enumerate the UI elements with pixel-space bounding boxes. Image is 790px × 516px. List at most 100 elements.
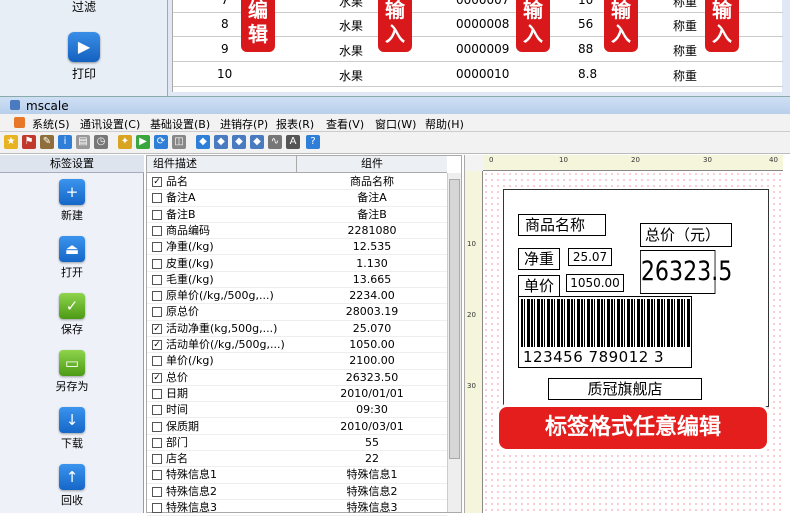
vertical-scrollbar[interactable] bbox=[447, 173, 461, 512]
net-weight-label[interactable]: 净重 bbox=[518, 248, 560, 270]
table-row[interactable]: 净重(/kg) 12.535 bbox=[147, 239, 447, 256]
scroll-thumb[interactable] bbox=[449, 179, 460, 459]
row-checkbox[interactable] bbox=[152, 437, 162, 448]
table-row[interactable]: 备注B 备注B bbox=[147, 207, 447, 223]
table-row[interactable]: 店名 22 bbox=[147, 451, 447, 468]
row-checkbox[interactable] bbox=[152, 421, 162, 432]
scale4-icon[interactable]: ◆ bbox=[250, 135, 264, 149]
database-icon[interactable]: ◫ bbox=[172, 135, 186, 149]
save-as-button[interactable]: ▭ 另存为 bbox=[0, 350, 144, 394]
row-value: 2100.00 bbox=[349, 354, 395, 368]
row-checkbox[interactable]: ✓ bbox=[152, 177, 162, 187]
label-preview[interactable]: 商品名称 总价（元） 26323.5 净重 25.07 单价 1050.00 1… bbox=[503, 189, 769, 407]
row-checkbox[interactable] bbox=[152, 503, 162, 513]
filter-button[interactable]: 过滤 bbox=[0, 0, 168, 15]
menu-inventory[interactable]: 进销存(P) bbox=[220, 116, 268, 132]
chart-icon[interactable]: ∿ bbox=[268, 135, 282, 149]
store-name-field[interactable]: 质冠旗舰店 bbox=[548, 378, 702, 400]
table-row[interactable]: 原单价(/kg,/500g,...) 2234.00 bbox=[147, 288, 447, 305]
menu-system[interactable]: 系统(S) bbox=[32, 116, 70, 132]
row-desc: 日期 bbox=[166, 386, 188, 400]
title-bar[interactable]: mscale bbox=[0, 96, 790, 114]
row-checkbox[interactable] bbox=[152, 356, 162, 367]
table-row[interactable]: 皮重(/kg) 1.130 bbox=[147, 256, 447, 272]
table-row[interactable]: 时间 09:30 bbox=[147, 402, 447, 419]
net-weight-value[interactable]: 25.07 bbox=[568, 248, 612, 266]
col-header-desc[interactable]: 组件描述 bbox=[147, 156, 297, 173]
row-checkbox[interactable]: ✓ bbox=[152, 340, 162, 350]
row-checkbox[interactable]: ✓ bbox=[152, 372, 162, 383]
row-checkbox[interactable] bbox=[152, 258, 162, 269]
row-value: 特殊信息3 bbox=[346, 501, 398, 514]
arrow-up-icon: ↑ bbox=[59, 464, 85, 490]
table-row[interactable]: 特殊信息1 特殊信息1 bbox=[147, 467, 447, 484]
table-row[interactable]: 保质期 2010/03/01 bbox=[147, 419, 447, 435]
table-row[interactable]: 特殊信息3 特殊信息3 bbox=[147, 500, 447, 516]
row-checkbox[interactable] bbox=[152, 405, 162, 416]
table-row[interactable]: 部门 55 bbox=[147, 435, 447, 452]
sun-icon[interactable]: ✦ bbox=[118, 135, 132, 149]
scale2-icon[interactable]: ◆ bbox=[214, 135, 228, 149]
table-row[interactable]: 单价(/kg) 2100.00 bbox=[147, 353, 447, 370]
table-row[interactable]: ✓ 活动单价(/kg,/500g,...) 1050.00 bbox=[147, 337, 447, 354]
menu-help[interactable]: 帮助(H) bbox=[425, 116, 464, 132]
download-button[interactable]: ↓ 下载 bbox=[0, 407, 144, 451]
barcode-field[interactable]: 123456 789012 3 bbox=[518, 296, 692, 368]
system-menu-icon[interactable] bbox=[14, 117, 25, 128]
scale-icon[interactable]: ◆ bbox=[196, 135, 210, 149]
row-checkbox[interactable] bbox=[152, 193, 162, 204]
star-icon[interactable]: ★ bbox=[4, 135, 18, 149]
table-row[interactable]: 原总价 28003.19 bbox=[147, 304, 447, 321]
row-checkbox[interactable]: ✓ bbox=[152, 323, 162, 334]
table-row[interactable]: ✓ 活动净重(kg,500g,...) 25.070 bbox=[147, 321, 447, 337]
menu-view[interactable]: 查看(V) bbox=[326, 116, 364, 132]
table-row[interactable]: 商品编码 2281080 bbox=[147, 223, 447, 240]
row-checkbox[interactable] bbox=[152, 454, 162, 465]
table-row[interactable]: ✓ 品名 商品名称 bbox=[147, 174, 447, 191]
table-row[interactable]: 日期 2010/01/01 bbox=[147, 386, 447, 403]
flag-icon[interactable]: ⚑ bbox=[22, 135, 36, 149]
row-value: 1050.00 bbox=[349, 338, 395, 351]
row-checkbox[interactable] bbox=[152, 242, 162, 253]
clock-icon[interactable]: ◷ bbox=[94, 135, 108, 149]
unit-price-value[interactable]: 1050.00 bbox=[566, 274, 624, 292]
font-icon[interactable]: A bbox=[286, 135, 300, 149]
total-label-field[interactable]: 总价（元） bbox=[640, 223, 732, 247]
menu-window[interactable]: 窗口(W) bbox=[375, 116, 416, 132]
row-checkbox[interactable] bbox=[152, 225, 162, 236]
open-button[interactable]: ⏏ 打开 bbox=[0, 236, 144, 280]
table-row[interactable]: 毛重(/kg) 13.665 bbox=[147, 272, 447, 289]
total-value-field[interactable]: 26323.5 bbox=[640, 250, 732, 294]
menu-basic[interactable]: 基础设置(B) bbox=[150, 116, 210, 132]
table-row[interactable]: 特殊信息2 特殊信息2 bbox=[147, 484, 447, 500]
help-icon[interactable]: ? bbox=[306, 135, 320, 149]
save-button[interactable]: ✓ 保存 bbox=[0, 293, 144, 337]
scale3-icon[interactable]: ◆ bbox=[232, 135, 246, 149]
col-header-comp[interactable]: 组件 bbox=[297, 156, 447, 173]
info-icon[interactable]: i bbox=[58, 135, 72, 149]
print-button[interactable]: ▶ 打印 bbox=[0, 32, 168, 82]
menu-report[interactable]: 报表(R) bbox=[276, 116, 314, 132]
row-checkbox[interactable] bbox=[152, 388, 162, 399]
document-icon[interactable]: ▤ bbox=[76, 135, 90, 149]
play-icon[interactable]: ▶ bbox=[136, 135, 150, 149]
menu-comm[interactable]: 通讯设置(C) bbox=[80, 116, 140, 132]
row-value: 09:30 bbox=[356, 403, 388, 417]
product-name-field[interactable]: 商品名称 bbox=[518, 214, 606, 236]
row-checkbox[interactable] bbox=[152, 486, 162, 497]
table-row[interactable]: ✓ 总价 26323.50 bbox=[147, 370, 447, 386]
recycle-button[interactable]: ↑ 回收 bbox=[0, 464, 144, 508]
row-checkbox[interactable] bbox=[152, 291, 162, 302]
brush-icon[interactable]: ✎ bbox=[40, 135, 54, 149]
table-row[interactable]: 10 水果 0000010 8.8 称重 bbox=[173, 62, 783, 87]
refresh-icon[interactable]: ⟳ bbox=[154, 135, 168, 149]
row-checkbox[interactable] bbox=[152, 307, 162, 318]
row-checkbox[interactable] bbox=[152, 209, 162, 220]
row-value: 28003.19 bbox=[345, 305, 399, 319]
table-row[interactable]: 备注A 备注A bbox=[147, 190, 447, 207]
row-checkbox[interactable] bbox=[152, 274, 162, 285]
new-button[interactable]: + 新建 bbox=[0, 179, 144, 223]
row-checkbox[interactable] bbox=[152, 470, 162, 481]
unit-price-label[interactable]: 单价 bbox=[518, 275, 560, 297]
design-canvas[interactable]: 商品名称 总价（元） 26323.5 净重 25.07 单价 1050.00 1… bbox=[483, 171, 783, 513]
